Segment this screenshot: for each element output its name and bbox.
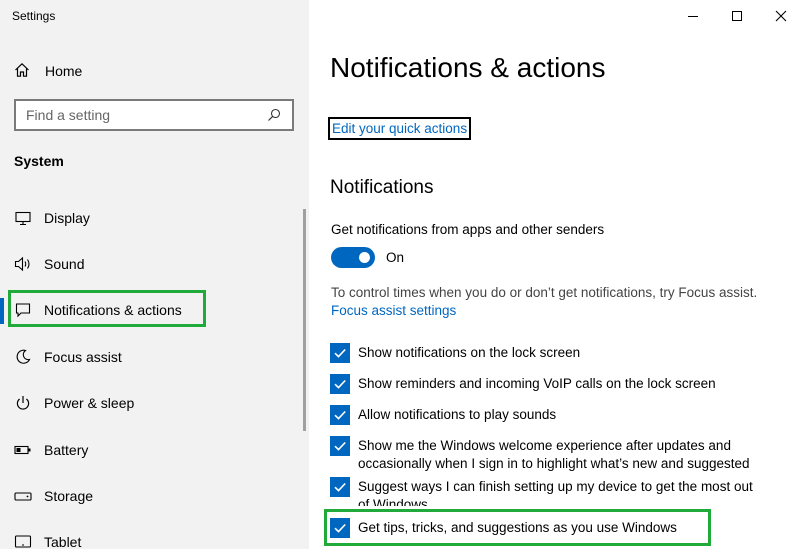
edit-quick-actions-link[interactable]: Edit your quick actions <box>328 117 472 140</box>
page-title: Notifications & actions <box>330 52 606 83</box>
checkbox-label-line2: of Windows <box>358 497 428 506</box>
checkbox[interactable] <box>330 405 350 425</box>
sidebar-item-label: Display <box>44 210 90 226</box>
checkbox-label-line2: occasionally when I sign in to highlight… <box>358 456 750 471</box>
checkbox-label: Show me the Windows welcome experience a… <box>358 438 731 453</box>
notifications-heading: Notifications <box>330 177 434 198</box>
sidebar-item-battery[interactable]: Battery <box>14 438 88 462</box>
storage-icon <box>14 487 32 505</box>
notifications-toggle[interactable] <box>331 247 375 268</box>
search-box[interactable] <box>14 99 294 131</box>
sidebar-item-power-sleep[interactable]: Power & sleep <box>14 391 134 415</box>
power-icon <box>14 394 32 412</box>
focus-assist-icon <box>14 348 32 366</box>
sidebar-item-tablet[interactable]: Tablet <box>14 530 81 549</box>
active-indicator <box>0 298 4 324</box>
checkbox-label: Suggest ways I can finish setting up my … <box>358 479 753 494</box>
display-icon <box>14 209 32 227</box>
sound-icon <box>14 255 32 273</box>
toggle-knob <box>359 252 370 263</box>
sidebar-item-label: Focus assist <box>44 349 122 365</box>
sidebar-item-label: Sound <box>44 256 85 272</box>
sidebar-item-label: Battery <box>44 442 89 458</box>
app-title: Settings <box>12 9 56 23</box>
checkbox-label: Allow notifications to play sounds <box>358 407 557 422</box>
home-nav-item[interactable]: Home <box>14 60 82 82</box>
sidebar-item-label: Tablet <box>44 534 82 549</box>
checkbox[interactable] <box>330 374 350 394</box>
main-content: Notifications & actions Edit your quick … <box>309 0 800 549</box>
sidebar-item-sound[interactable]: Sound <box>14 252 84 276</box>
highlight-box <box>8 290 206 327</box>
get-notifications-label: Get notifications from apps and other se… <box>331 222 605 237</box>
search-input[interactable] <box>26 107 266 123</box>
sidebar-item-label: Storage <box>44 488 94 504</box>
battery-icon <box>14 441 32 459</box>
checkbox-row-sounds[interactable]: Allow notifications to play sounds <box>330 405 556 425</box>
sidebar-item-storage[interactable]: Storage <box>14 484 93 508</box>
focus-assist-settings-link[interactable]: Focus assist settings <box>331 303 456 318</box>
search-icon[interactable] <box>266 107 282 123</box>
content-viewport: Notifications & actions Edit your quick … <box>309 0 800 549</box>
home-icon <box>14 62 30 81</box>
toggle-state-label: On <box>386 250 405 265</box>
checkbox[interactable] <box>330 436 350 456</box>
checkbox[interactable] <box>330 477 350 497</box>
checkbox-row-voip-reminders[interactable]: Show reminders and incoming VoIP calls o… <box>330 374 716 394</box>
sidebar-item-display[interactable]: Display <box>14 206 90 230</box>
sidebar-item-label: Power & sleep <box>44 395 135 411</box>
tablet-icon <box>14 533 32 549</box>
sidebar-scrollbar[interactable] <box>303 209 306 431</box>
sidebar: Settings Home System Display Sound <box>0 0 309 549</box>
section-label-system: System <box>14 153 64 169</box>
sidebar-item-focus-assist[interactable]: Focus assist <box>14 345 122 369</box>
home-label: Home <box>45 63 83 79</box>
checkbox[interactable] <box>330 343 350 363</box>
checkbox-label: Show reminders and incoming VoIP calls o… <box>358 376 716 391</box>
highlight-box <box>324 509 711 546</box>
checkbox-label: Show notifications on the lock screen <box>358 345 581 360</box>
checkbox-row-suggest-setup[interactable]: Suggest ways I can finish setting up my … <box>330 477 753 506</box>
focus-assist-info: To control times when you do or don’t ge… <box>331 285 758 300</box>
checkbox-row-welcome-experience[interactable]: Show me the Windows welcome experience a… <box>330 436 750 473</box>
checkbox-row-lock-screen[interactable]: Show notifications on the lock screen <box>330 343 580 363</box>
